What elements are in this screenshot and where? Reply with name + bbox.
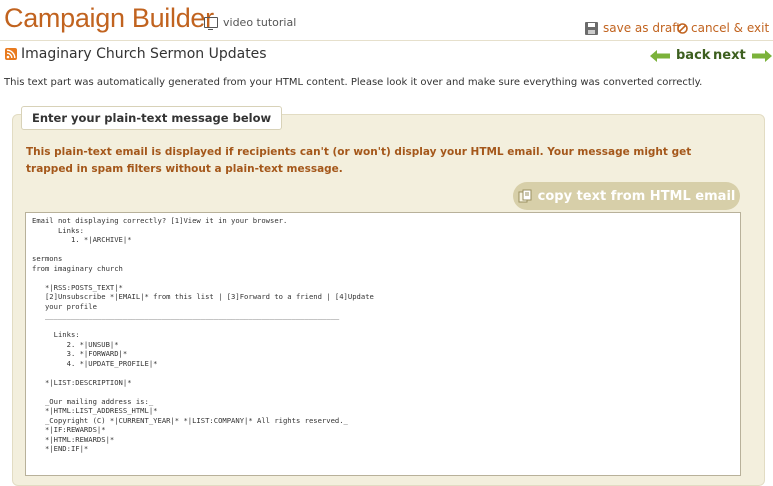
- conversion-info-text: This text part was automatically generat…: [4, 77, 703, 88]
- campaign-header: Imaginary Church Sermon Updates: [5, 46, 267, 62]
- cancel-exit-label: cancel & exit: [691, 21, 770, 35]
- plain-text-warning: This plain-text email is displayed if re…: [26, 146, 692, 175]
- copy-from-html-button[interactable]: copy text from HTML email: [513, 182, 740, 210]
- copy-icon: [518, 189, 532, 203]
- plain-text-content[interactable]: Email not displaying correctly? [1]View …: [26, 213, 740, 457]
- copy-button-label: copy text from HTML email: [537, 188, 736, 204]
- floppy-disk-icon: [585, 21, 598, 35]
- campaign-name: Imaginary Church Sermon Updates: [21, 46, 267, 62]
- rss-icon: [5, 48, 17, 60]
- back-label: back: [676, 48, 711, 63]
- plain-text-editor[interactable]: Email not displaying correctly? [1]View …: [25, 212, 741, 476]
- cancel-exit-button[interactable]: cancel & exit: [677, 21, 769, 35]
- video-tutorial-link[interactable]: video tutorial: [204, 16, 297, 30]
- panel-tab-label: Enter your plain-text message below: [21, 106, 283, 130]
- next-button[interactable]: next: [713, 48, 772, 63]
- app-title: Campaign Builder: [4, 3, 214, 33]
- next-label: next: [713, 48, 746, 63]
- arrow-right-icon: [751, 49, 772, 62]
- save-draft-button[interactable]: save as draft: [585, 21, 681, 35]
- cancel-icon: [677, 22, 688, 34]
- video-tutorial-label: video tutorial: [223, 16, 297, 29]
- monitor-icon: [204, 17, 218, 30]
- save-draft-label: save as draft: [603, 21, 681, 35]
- arrow-left-icon: [650, 49, 670, 62]
- back-button[interactable]: back: [650, 48, 710, 63]
